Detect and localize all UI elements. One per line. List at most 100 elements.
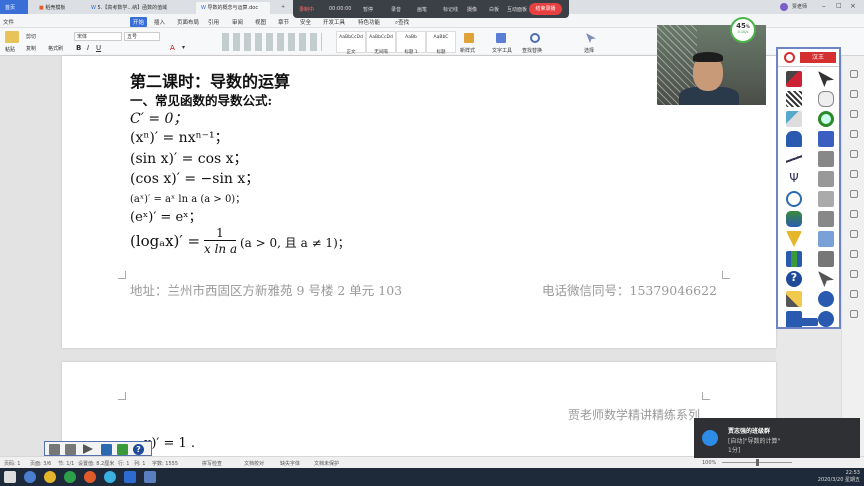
stop-recording-button[interactable]: 结束录播 — [529, 3, 562, 15]
menu-developer[interactable]: 开发工具 — [323, 18, 345, 26]
taskbar-app-icon[interactable] — [84, 471, 96, 483]
taskbar-app-icon[interactable] — [64, 471, 76, 483]
fill-icon[interactable] — [786, 131, 802, 147]
clipboard-icon[interactable] — [818, 231, 834, 247]
style-heading1[interactable]: AaBb 标题 1 — [396, 31, 426, 55]
underline-button[interactable]: U — [96, 44, 101, 52]
cut-icon[interactable] — [818, 251, 834, 267]
taskbar-app-icon[interactable] — [124, 471, 136, 483]
bold-button[interactable]: B — [76, 44, 81, 52]
text-tool-icon[interactable] — [496, 33, 506, 43]
panel-icon[interactable] — [850, 130, 858, 138]
tab-doc-derivative[interactable]: W 导数的概念与运算.doc — [196, 2, 270, 14]
panel-icon[interactable] — [850, 290, 858, 298]
rec-marker-button[interactable]: 标记线 — [443, 6, 458, 13]
copy-button[interactable]: 复制 — [26, 45, 36, 52]
chat-notification[interactable]: 贾志强的班级群 [自动]"导数的计算" 1分] — [694, 418, 860, 458]
help-icon[interactable]: ? — [133, 444, 144, 455]
font-name-select[interactable]: 宋体 — [74, 32, 122, 41]
format-painter-button[interactable]: 格式刷 — [48, 45, 63, 52]
panel-icon[interactable] — [850, 70, 858, 78]
save-icon[interactable] — [818, 171, 834, 187]
tab-templates[interactable]: ■ 稻壳模板 — [34, 2, 84, 14]
status-zoom[interactable]: 100% — [702, 460, 716, 466]
play-icon[interactable] — [83, 444, 93, 454]
zoom-slider-thumb[interactable] — [756, 459, 759, 466]
panel-icon[interactable] — [850, 110, 858, 118]
axes-icon[interactable]: Ψ — [786, 171, 802, 187]
rec-pen-button[interactable]: 画笔 — [417, 6, 427, 13]
paste-icon[interactable] — [5, 31, 19, 43]
hand-icon[interactable] — [818, 91, 834, 107]
line-icon[interactable] — [786, 151, 802, 167]
close-button[interactable]: × — [850, 2, 856, 10]
panel-icon[interactable] — [850, 150, 858, 158]
taskbar-app-icon[interactable] — [104, 471, 116, 483]
panel-icon[interactable] — [850, 170, 858, 178]
status-missing-font[interactable]: 缺失字体 — [280, 460, 300, 467]
rec-pause-button[interactable]: 暂停 — [363, 6, 373, 13]
panel-icon[interactable] — [850, 230, 858, 238]
export-icon[interactable] — [117, 444, 128, 455]
new-style-icon[interactable] — [464, 33, 474, 43]
menu-insert[interactable]: 插入 — [154, 18, 165, 26]
network-speed-widget[interactable]: 45% 0.1K/s — [730, 17, 756, 43]
style-nospace[interactable]: AaBbCcDd 无间隔 — [366, 31, 396, 55]
help-icon[interactable]: ? — [786, 271, 802, 287]
eraser-icon[interactable] — [786, 111, 802, 127]
screen-icon[interactable] — [818, 131, 834, 147]
cut-button[interactable]: 剪切 — [26, 33, 36, 40]
font-color-button[interactable]: A — [170, 44, 175, 52]
select-icon[interactable] — [586, 33, 596, 43]
toolbar-minimize-icon[interactable] — [796, 318, 818, 326]
menu-references[interactable]: 引用 — [208, 18, 219, 26]
copy-icon[interactable] — [818, 191, 834, 207]
panel-icon[interactable] — [850, 270, 858, 278]
monitor-icon[interactable] — [818, 211, 834, 227]
highlight-icon[interactable]: ▾ — [182, 44, 185, 51]
clock[interactable]: 22:53 2020/3/20 星期五 — [800, 470, 860, 483]
maximize-button[interactable]: □ — [836, 2, 842, 9]
taskbar-app-icon[interactable] — [144, 471, 156, 483]
pen-icon[interactable] — [786, 71, 802, 87]
tab-doc-range[interactable]: W 5.【高考数学...纳】函数的值域 — [86, 2, 186, 14]
new-tab-button[interactable]: + — [276, 2, 286, 14]
tab-home[interactable]: 首页 — [0, 0, 28, 14]
redo-icon[interactable] — [818, 311, 834, 327]
check-icon[interactable] — [786, 231, 802, 247]
rec-camera-button[interactable]: 摄像 — [467, 6, 477, 13]
menu-layout[interactable]: 页面布局 — [177, 18, 199, 26]
circle-tool-icon[interactable] — [786, 191, 802, 207]
document-page-2[interactable]: 贾老师数学精讲精练系列 x)′ = 1 . — [62, 362, 776, 460]
menu-security[interactable]: 安全 — [300, 18, 311, 26]
status-compare[interactable]: 文档校对 — [244, 460, 264, 467]
taskbar-app-icon[interactable] — [44, 471, 56, 483]
menu-home[interactable]: 开始 — [130, 17, 148, 27]
menu-features[interactable]: 特色功能 — [358, 18, 380, 26]
undo-icon[interactable] — [818, 291, 834, 307]
prev-page-icon[interactable] — [65, 444, 76, 455]
cursor-icon[interactable] — [818, 271, 834, 287]
rec-whiteboard-button[interactable]: 白板 — [489, 6, 499, 13]
start-icon[interactable] — [4, 471, 16, 483]
download-icon[interactable] — [101, 444, 112, 455]
avatar[interactable] — [780, 3, 788, 11]
menu-view[interactable]: 视图 — [255, 18, 266, 26]
panel-icon[interactable] — [850, 90, 858, 98]
pointer-icon[interactable] — [818, 71, 834, 87]
shapes-icon[interactable] — [786, 211, 802, 227]
menu-search[interactable]: ⌕查找 — [395, 18, 409, 27]
menu-chapter[interactable]: 章节 — [278, 18, 289, 26]
status-protect[interactable]: 文档未保护 — [314, 460, 339, 467]
style-title[interactable]: AaBbC 标题 — [426, 31, 456, 55]
status-spellcheck[interactable]: 拼写检查 — [202, 460, 222, 467]
panel-icon[interactable] — [850, 210, 858, 218]
taskbar-app-icon[interactable] — [24, 471, 36, 483]
rec-audio-button[interactable]: 录音 — [391, 6, 401, 13]
magnet-icon[interactable] — [786, 251, 802, 267]
tools-icon[interactable] — [786, 291, 802, 307]
paragraph-tools[interactable] — [222, 33, 322, 51]
minimize-button[interactable]: – — [822, 2, 826, 10]
panel-icon[interactable] — [850, 310, 858, 318]
printer-icon[interactable] — [818, 151, 834, 167]
